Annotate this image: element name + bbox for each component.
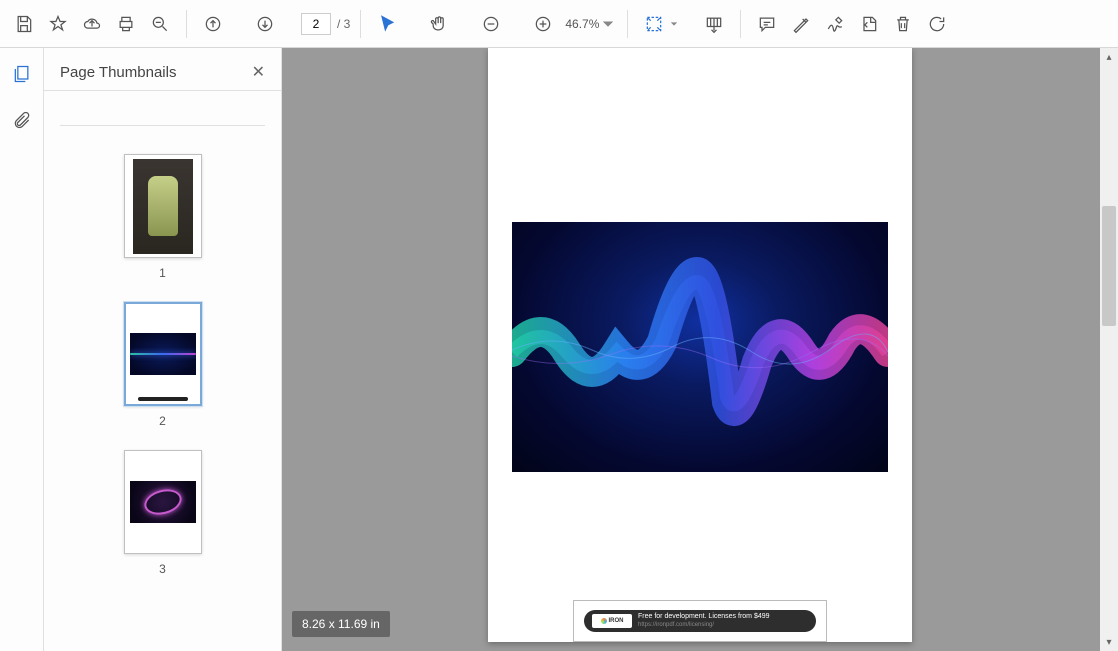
scroll-up-button[interactable]: ▴ — [1100, 48, 1118, 66]
select-tool-button[interactable] — [371, 8, 403, 40]
comment-button[interactable] — [751, 8, 783, 40]
rotate-button[interactable] — [921, 8, 953, 40]
highlight-button[interactable] — [785, 8, 817, 40]
thumbnail-page-1[interactable]: 1 — [44, 154, 281, 280]
thumbnail-page-2[interactable]: 2 — [44, 302, 281, 428]
close-panel-button[interactable]: ✕ — [252, 62, 265, 82]
thumbnail-list: 1 2 3 — [44, 134, 281, 651]
page-main-image — [512, 222, 888, 472]
thumbnails-rail-button[interactable] — [8, 60, 36, 88]
chevron-down-icon[interactable] — [670, 20, 678, 28]
page-navigation: / 3 — [301, 13, 350, 35]
save-button[interactable] — [8, 8, 40, 40]
left-rail — [0, 48, 44, 651]
main-toolbar: / 3 46.7% — [0, 0, 1118, 48]
chevron-down-icon — [603, 19, 613, 29]
prev-page-button[interactable] — [197, 8, 229, 40]
zoom-level-dropdown[interactable]: 46.7% — [561, 17, 617, 31]
hand-tool-button[interactable] — [423, 8, 455, 40]
delete-button[interactable] — [887, 8, 919, 40]
star-button[interactable] — [42, 8, 74, 40]
toolbar-separator — [360, 10, 361, 38]
banner-text: Free for development. Licenses from $499… — [638, 613, 770, 629]
read-mode-button[interactable] — [698, 8, 730, 40]
print-button[interactable] — [110, 8, 142, 40]
scroll-track[interactable] — [1100, 66, 1118, 633]
zoom-level-value: 46.7% — [565, 17, 599, 31]
panel-divider — [60, 125, 265, 126]
document-viewer[interactable]: IRON Free for development. Licenses from… — [282, 48, 1118, 651]
thumbnail-image — [130, 481, 196, 523]
sign-button[interactable] — [819, 8, 851, 40]
toolbar-separator — [740, 10, 741, 38]
banner-logo: IRON — [592, 614, 632, 628]
find-button[interactable] — [144, 8, 176, 40]
scroll-down-button[interactable]: ▾ — [1100, 633, 1118, 651]
stamp-button[interactable] — [853, 8, 885, 40]
scroll-thumb[interactable] — [1102, 206, 1116, 326]
zoom-in-button[interactable] — [527, 8, 559, 40]
thumbnail-image — [130, 333, 196, 375]
page-2: IRON Free for development. Licenses from… — [488, 48, 912, 642]
next-page-button[interactable] — [249, 8, 281, 40]
vertical-scrollbar[interactable]: ▴ ▾ — [1100, 48, 1118, 651]
page-number-input[interactable] — [301, 13, 331, 35]
page-total-label: / 3 — [337, 17, 350, 31]
cloud-upload-button[interactable] — [76, 8, 108, 40]
thumbnails-panel: Page Thumbnails ✕ 1 2 3 — [44, 48, 282, 651]
zoom-out-button[interactable] — [475, 8, 507, 40]
license-banner: IRON Free for development. Licenses from… — [573, 600, 827, 642]
page-dimensions-status: 8.26 x 11.69 in — [292, 611, 390, 637]
thumbnail-number: 3 — [159, 562, 166, 576]
thumbnail-number: 2 — [159, 414, 166, 428]
toolbar-separator — [186, 10, 187, 38]
thumbnail-number: 1 — [159, 266, 166, 280]
fit-page-button[interactable] — [638, 8, 670, 40]
main-area: Page Thumbnails ✕ 1 2 3 — [0, 48, 1118, 651]
attachments-rail-button[interactable] — [8, 106, 36, 134]
thumbnail-page-3[interactable]: 3 — [44, 450, 281, 576]
panel-title: Page Thumbnails — [60, 64, 176, 81]
thumbnail-image — [133, 159, 193, 254]
toolbar-separator — [627, 10, 628, 38]
